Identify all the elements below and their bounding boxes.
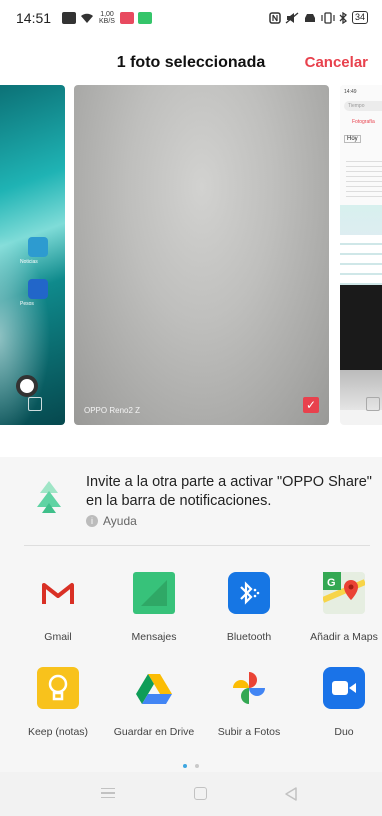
app-label: Añadir a Maps [310, 631, 378, 643]
help-label: Ayuda [103, 514, 137, 528]
oppo-share-icon [37, 481, 61, 513]
pay-app-icon [28, 279, 48, 299]
gmail-icon [37, 572, 79, 614]
drive-icon [133, 667, 175, 709]
wifi-icon [81, 13, 93, 23]
keep-icon [37, 667, 79, 709]
screen-record-icon [120, 12, 134, 24]
divider [24, 545, 370, 546]
photo-card-next[interactable]: 14:49 Tiempo Fotografía Hoy [340, 85, 382, 425]
mini-app-label: Noticias [20, 259, 38, 265]
app-label: Gmail [44, 631, 72, 643]
info-icon: i [86, 515, 98, 527]
app-label: Guardar en Drive [113, 726, 195, 738]
select-checkbox[interactable] [366, 397, 380, 411]
share-app-gmail[interactable]: Gmail [10, 572, 106, 643]
duo-icon [323, 667, 365, 709]
photo-card-selected[interactable]: OPPO Reno2 Z ✓ [74, 85, 329, 425]
status-bar: 14:51 1,00 KB/S 34 [0, 0, 382, 36]
mini-app-label: Pesos [20, 301, 34, 307]
app-label: Bluetooth [226, 631, 272, 643]
photo-card-previous[interactable]: Noticias Pesos [0, 85, 65, 425]
thumb-time: 14:49 [344, 89, 357, 95]
page-dot-active [182, 764, 187, 768]
invite-text: Invite a la otra parte a activar "OPPO S… [86, 474, 372, 509]
thumb-list [346, 157, 382, 197]
share-sheet: Invite a la otra parte a activar "OPPO S… [0, 457, 382, 816]
share-app-duo[interactable]: Duo [296, 667, 382, 738]
share-app-maps[interactable]: G Añadir a Maps [296, 572, 382, 643]
car-icon [304, 13, 315, 22]
app-label: Subir a Fotos [217, 726, 281, 738]
app-label: Mensajes [131, 631, 177, 643]
nfc-icon [269, 11, 281, 24]
mute-icon [285, 12, 299, 23]
share-app-keep[interactable]: Keep (notas) [10, 667, 106, 738]
navigation-bar [0, 772, 382, 816]
selected-checkbox[interactable]: ✓ [303, 397, 319, 413]
photos-icon [228, 667, 270, 709]
vibrate-icon [321, 11, 335, 24]
header: 1 foto seleccionada Cancelar [0, 48, 382, 78]
gallery-notification-icon [62, 12, 76, 24]
app-label: Duo [334, 726, 354, 738]
app-label: Keep (notas) [27, 726, 89, 738]
thumb-tab: Fotografía [352, 119, 375, 125]
messages-icon [133, 572, 175, 614]
status-time: 14:51 [16, 10, 52, 26]
share-app-photos[interactable]: Subir a Fotos [201, 667, 297, 738]
status-icons-left: 1,00 KB/S [62, 11, 152, 25]
maps-icon: G [323, 572, 365, 614]
camera-icon [16, 375, 38, 397]
photo-watermark: OPPO Reno2 Z [84, 406, 141, 415]
share-app-messages[interactable]: Mensajes [106, 572, 202, 643]
app-notification-icon [138, 12, 152, 24]
share-app-bluetooth[interactable]: Bluetooth [201, 572, 297, 643]
cancel-button[interactable]: Cancelar [305, 54, 368, 71]
news-app-icon [28, 237, 48, 257]
bluetooth-status-icon [339, 11, 348, 24]
help-link[interactable]: i Ayuda [86, 514, 137, 528]
thumb-search: Tiempo [344, 101, 382, 111]
select-checkbox[interactable] [28, 397, 42, 411]
battery-indicator: 34 [351, 11, 368, 24]
share-app-drive[interactable]: Guardar en Drive [106, 667, 202, 738]
svg-text:G: G [327, 577, 336, 589]
page-dot [195, 764, 200, 768]
thumb-section: Hoy [344, 135, 361, 143]
home-icon[interactable] [194, 787, 207, 800]
page-indicator [0, 755, 382, 773]
status-icons-right: 34 [269, 11, 368, 24]
back-icon[interactable] [284, 786, 298, 802]
bluetooth-icon [228, 572, 270, 614]
network-speed: 1,00 KB/S [99, 11, 115, 25]
photo-carousel[interactable]: Noticias Pesos OPPO Reno2 Z ✓ 14:49 Tiem… [0, 85, 382, 425]
menu-icon[interactable] [101, 788, 115, 798]
